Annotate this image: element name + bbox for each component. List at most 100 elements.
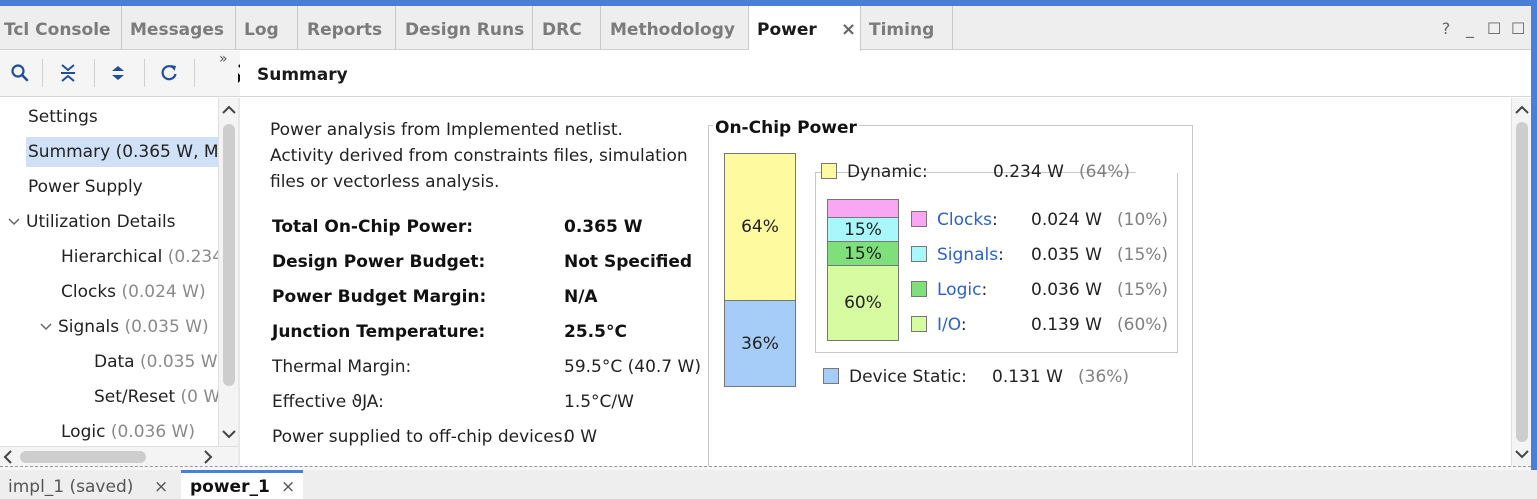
tab-drc[interactable]: DRC — [533, 6, 601, 50]
summary-value: 0.365 W — [564, 217, 643, 237]
sub-bar-io: 60% — [828, 266, 898, 340]
summary-value: 1.5°C/W — [564, 392, 634, 412]
sub-bar-clocks — [828, 200, 898, 218]
label-separator: : — [992, 210, 998, 230]
scrollbar-thumb[interactable] — [20, 451, 146, 463]
tree-horizontal-scrollbar[interactable] — [0, 446, 238, 466]
summary-row-thermal-margin: Thermal Margin: 59.5°C (40.7 W) — [272, 352, 701, 382]
summary-value: 0 W — [564, 427, 598, 447]
report-tree: Settings Summary (0.365 W, Mar Power Sup… — [0, 98, 218, 446]
scroll-left-icon[interactable] — [3, 450, 13, 467]
legend-pct-logic: (15%) — [1117, 280, 1169, 300]
window-controls: ? _ ☐ ☐ — [1439, 6, 1526, 50]
maximize-icon[interactable]: ☐ — [1511, 19, 1525, 38]
summary-row-power-budget: Design Power Budget: Not Specified — [272, 247, 692, 277]
sub-bar-signals: 15% — [828, 218, 898, 242]
legend-label-dynamic: Dynamic: — [847, 162, 928, 182]
tab-power-close-icon[interactable]: × — [841, 6, 856, 54]
tree-item-data[interactable]: Data (0.035 W) — [94, 347, 218, 377]
signals-link[interactable]: Signals — [937, 245, 998, 265]
legend-value-dynamic: 0.234 W — [993, 162, 1064, 182]
tree-item-label: Data — [94, 352, 135, 372]
summary-key: Design Power Budget: — [272, 252, 486, 272]
tab-design-runs[interactable]: Design Runs — [396, 6, 533, 50]
summary-key: Power supplied to off-chip devices: — [272, 427, 569, 447]
scrollbar-thumb[interactable] — [1516, 122, 1528, 442]
minimize-icon[interactable]: _ — [1463, 19, 1477, 38]
summary-key: Thermal Margin: — [272, 357, 412, 377]
tab-messages[interactable]: Messages — [122, 6, 236, 50]
bottom-tab-label: power_1 — [190, 477, 270, 497]
legend-pct-static: (36%) — [1078, 367, 1130, 387]
scroll-down-icon[interactable] — [1515, 448, 1529, 462]
tree-item-signals[interactable]: Signals (0.035 W) — [40, 312, 209, 342]
collapse-all-icon[interactable] — [56, 61, 80, 85]
tree-item-label: Logic — [61, 422, 106, 442]
bottom-tab-bar: impl_1 (saved) × power_1 × — [0, 470, 1537, 499]
tree-item-hierarchical[interactable]: Hierarchical (0.234 W — [61, 242, 218, 272]
scroll-up-icon[interactable] — [222, 104, 236, 118]
tree-item-power-supply[interactable]: Power Supply — [28, 172, 143, 202]
content-header: Summary — [240, 51, 1531, 97]
summary-value: Not Specified — [564, 252, 693, 272]
tree-item-value: (0.035 W) — [124, 317, 209, 337]
summary-value: 25.5°C — [564, 322, 627, 342]
logic-link[interactable]: Logic — [937, 280, 981, 300]
legend-swatch-dynamic — [821, 163, 837, 179]
label-separator: : — [998, 245, 1004, 265]
tree-vertical-scrollbar[interactable] — [218, 98, 238, 446]
tree-item-logic[interactable]: Logic (0.036 W) — [61, 417, 195, 446]
summary-value: N/A — [564, 287, 598, 307]
help-icon[interactable]: ? — [1439, 19, 1453, 38]
legend-value-signals: 0.035 W — [1031, 245, 1102, 265]
bottom-tab-label: impl_1 (saved) — [8, 477, 134, 497]
content-vertical-scrollbar[interactable] — [1511, 98, 1531, 466]
scrollbar-thumb[interactable] — [223, 124, 235, 386]
tree-item-summary[interactable]: Summary (0.365 W, Mar — [26, 137, 218, 167]
legend-value-io: 0.139 W — [1031, 315, 1102, 335]
tab-bar: Tcl Console Messages Log Reports Design … — [0, 6, 1531, 51]
tree-item-settings[interactable]: Settings — [28, 102, 98, 132]
chevron-down-icon[interactable] — [8, 209, 26, 239]
io-link[interactable]: I/O — [937, 315, 961, 335]
legend-value-logic: 0.036 W — [1031, 280, 1102, 300]
tree-item-label: Signals — [58, 317, 120, 337]
summary-row-effective-theta-ja: Effective ϑJA: 1.5°C/W — [272, 387, 634, 417]
tab-methodology[interactable]: Methodology — [601, 6, 749, 50]
summary-key: Effective ϑJA: — [272, 392, 384, 412]
bottom-tab-impl-1[interactable]: impl_1 (saved) × — [8, 470, 178, 499]
tab-reports[interactable]: Reports — [298, 6, 396, 50]
search-icon[interactable] — [8, 61, 32, 85]
tree-toolbar: » — [0, 51, 240, 97]
tree-item-value: (0.036 W) — [110, 422, 195, 442]
legend-swatch-logic — [911, 281, 927, 297]
chevron-down-icon[interactable] — [40, 314, 58, 344]
legend-label-clocks: Clocks: — [937, 210, 998, 230]
close-icon[interactable]: × — [154, 470, 168, 499]
scroll-up-icon[interactable] — [1515, 104, 1529, 118]
close-icon[interactable]: × — [281, 470, 295, 499]
tree-item-clocks[interactable]: Clocks (0.024 W) — [61, 277, 206, 307]
expand-all-icon[interactable] — [106, 61, 130, 85]
legend-pct-clocks: (10%) — [1117, 210, 1169, 230]
restore-icon[interactable]: ☐ — [1487, 19, 1501, 38]
bar-dynamic-segment: 64% — [725, 154, 795, 301]
tab-tcl-console[interactable]: Tcl Console — [0, 6, 122, 50]
tree-item-set-reset[interactable]: Set/Reset (0 W) — [94, 382, 218, 412]
tree-item-utilization-details[interactable]: Utilization Details — [8, 207, 176, 237]
summary-value: 59.5°C (40.7 W) — [564, 357, 701, 377]
panel-divider[interactable] — [238, 98, 240, 466]
tree-item-label: Settings — [28, 107, 98, 127]
tab-log[interactable]: Log — [236, 6, 298, 50]
refresh-icon[interactable] — [157, 61, 181, 85]
tab-timing[interactable]: Timing — [861, 6, 953, 50]
bottom-tab-power-1[interactable]: power_1 × — [181, 470, 303, 499]
summary-key: Total On-Chip Power: — [272, 217, 474, 237]
tree-item-label: Hierarchical — [61, 247, 163, 267]
clocks-link[interactable]: Clocks — [937, 210, 992, 230]
tree-item-label: Utilization Details — [26, 212, 176, 232]
tab-power[interactable]: Power × — [749, 6, 861, 51]
scroll-down-icon[interactable] — [222, 428, 236, 442]
scroll-right-icon[interactable] — [203, 450, 213, 467]
more-tools-icon[interactable]: » — [219, 51, 228, 67]
